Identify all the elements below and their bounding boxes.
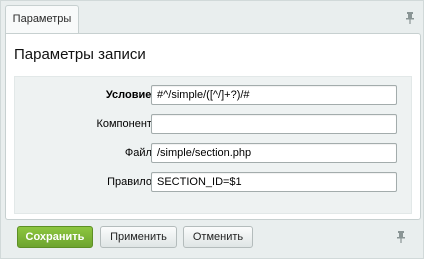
component-label: Компонент:	[96, 118, 155, 130]
file-row: Файл:	[15, 143, 411, 165]
parameters-panel: Параметры записи Условие: Компонент: Фай…	[5, 33, 421, 220]
condition-input[interactable]	[151, 85, 397, 105]
tab-parameters[interactable]: Параметры	[5, 5, 79, 33]
rule-row: Правило:	[15, 172, 411, 194]
pin-icon[interactable]	[396, 231, 406, 243]
rule-label: Правило:	[107, 176, 155, 188]
save-button[interactable]: Сохранить	[17, 226, 93, 248]
file-input[interactable]	[151, 143, 397, 163]
pin-icon[interactable]	[405, 12, 415, 24]
form-area: Условие: Компонент: Файл: Правило:	[14, 76, 412, 214]
condition-row: Условие:	[15, 85, 411, 107]
cancel-button[interactable]: Отменить	[183, 226, 253, 248]
settings-window: Параметры Параметры записи Условие: Комп…	[0, 0, 424, 259]
condition-label: Условие:	[105, 89, 155, 101]
rule-input[interactable]	[151, 172, 397, 192]
component-row: Компонент:	[15, 114, 411, 136]
component-input[interactable]	[151, 114, 397, 134]
apply-button[interactable]: Применить	[100, 226, 177, 248]
panel-title: Параметры записи	[14, 46, 146, 63]
